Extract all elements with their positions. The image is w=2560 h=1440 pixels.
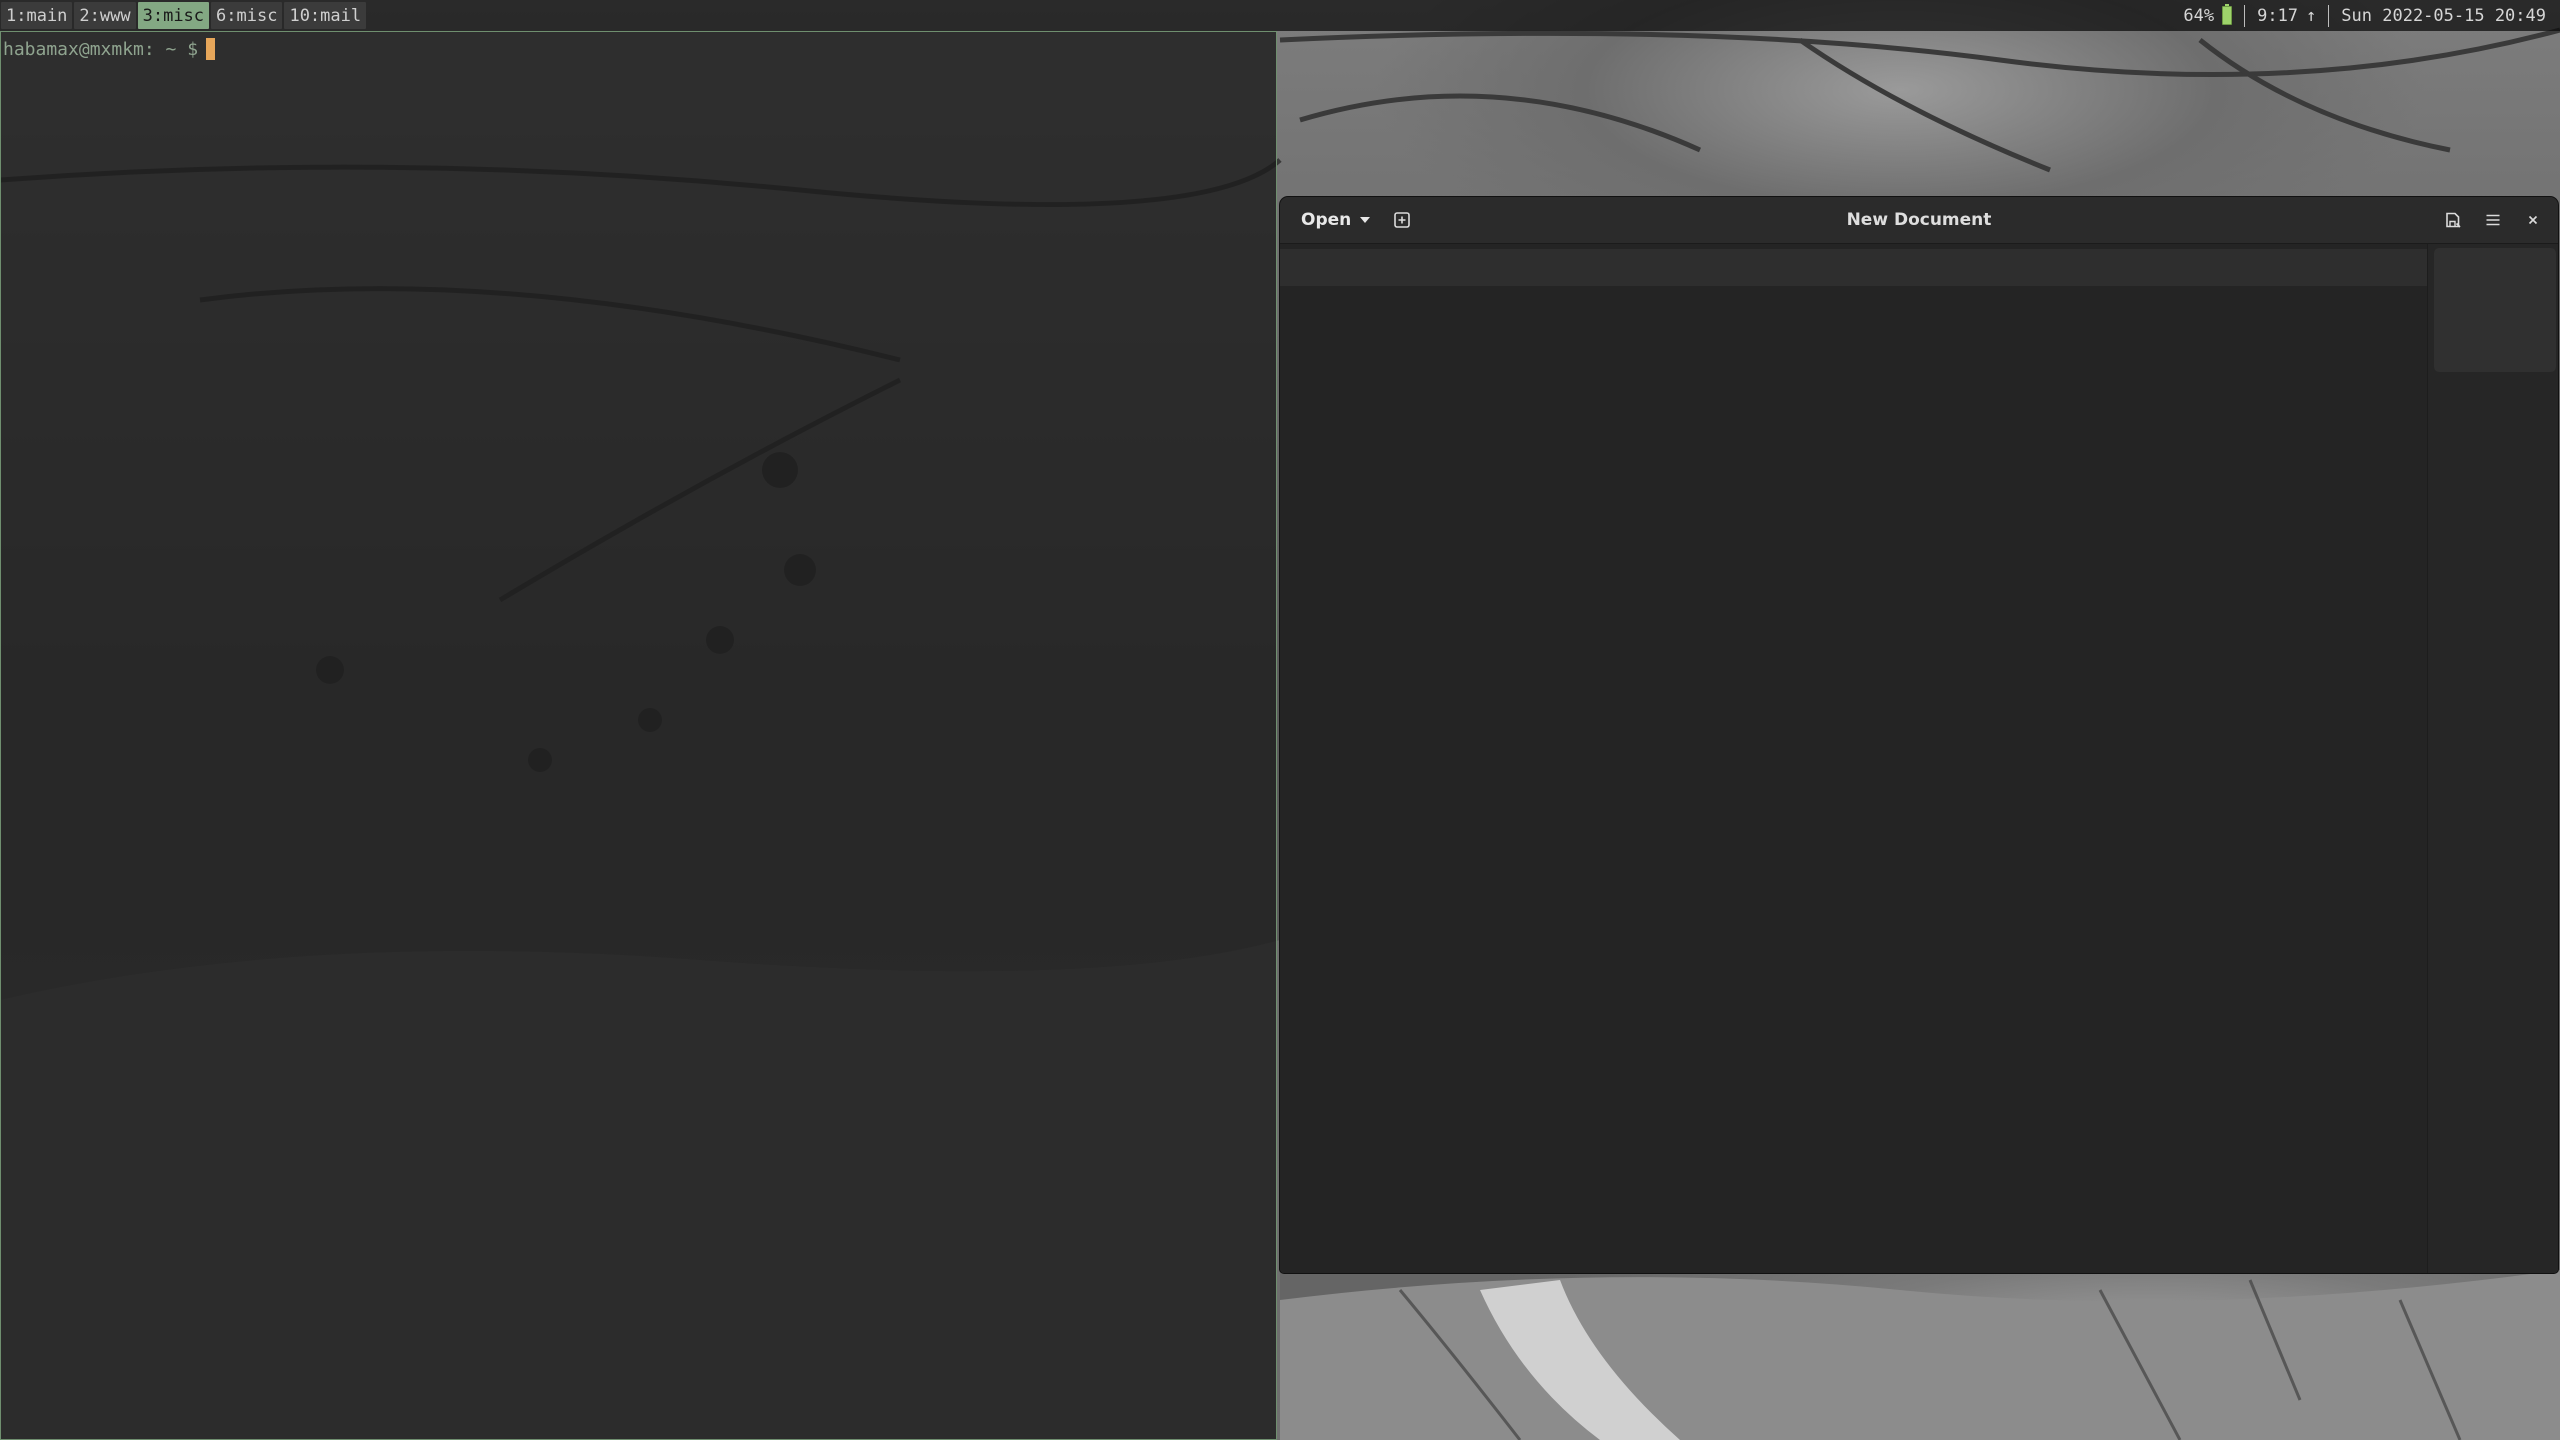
terminal-prompt-line: habamax@mxmkm: ~ $ bbox=[3, 38, 216, 60]
workspace-10-mail[interactable]: 10:mail bbox=[284, 2, 367, 29]
status-indicators: 64% 9:17 ↑ Sun 2022-05-15 20:49 bbox=[2171, 0, 2560, 31]
battery-time-indicator: 9:17 ↑ bbox=[2245, 0, 2328, 31]
workspace-3-misc[interactable]: 3:misc bbox=[137, 2, 210, 29]
workspace-2-www[interactable]: 2:www bbox=[74, 2, 136, 29]
current-line-highlight bbox=[1280, 249, 2427, 286]
document-title: New Document bbox=[1846, 210, 1992, 230]
close-button[interactable] bbox=[2516, 203, 2550, 237]
text-editor-window: Open New Document bbox=[1280, 197, 2558, 1273]
minimap-slider[interactable] bbox=[2434, 248, 2556, 372]
main-menu-button[interactable] bbox=[2476, 203, 2510, 237]
hamburger-menu-icon bbox=[2486, 214, 2500, 226]
open-button[interactable]: Open bbox=[1293, 205, 1378, 235]
shell-prompt: habamax@mxmkm: ~ $ bbox=[3, 38, 199, 60]
datetime: Sun 2022-05-15 20:49 bbox=[2341, 5, 2546, 26]
editor-header-bar: Open New Document bbox=[1280, 197, 2558, 244]
status-bar: 1:main 2:www 3:misc 6:misc 10:mail 64% 9… bbox=[0, 0, 2560, 31]
open-button-label: Open bbox=[1301, 210, 1352, 230]
header-actions bbox=[2436, 203, 2550, 237]
charging-arrow-icon: ↑ bbox=[2306, 5, 2317, 26]
terminal-window[interactable]: habamax@mxmkm: ~ $ bbox=[0, 31, 1277, 1440]
document-minimap[interactable] bbox=[2427, 244, 2558, 1273]
battery-percent: 64% bbox=[2183, 5, 2215, 26]
chevron-down-icon bbox=[1360, 217, 1371, 223]
new-tab-button[interactable] bbox=[1388, 206, 1416, 234]
save-button[interactable] bbox=[2436, 203, 2470, 237]
document-text-area[interactable] bbox=[1280, 244, 2427, 1273]
battery-time: 9:17 bbox=[2257, 5, 2299, 26]
new-tab-icon bbox=[1394, 212, 1411, 228]
clock: Sun 2022-05-15 20:49 bbox=[2329, 0, 2558, 31]
save-icon bbox=[2446, 212, 2461, 228]
text-cursor bbox=[206, 38, 216, 60]
workspace-1-main[interactable]: 1:main bbox=[1, 2, 73, 29]
battery-icon bbox=[2222, 4, 2233, 25]
battery-indicator: 64% bbox=[2171, 0, 2244, 31]
workspace-6-misc[interactable]: 6:misc bbox=[211, 2, 283, 29]
workspace-list: 1:main 2:www 3:misc 6:misc 10:mail bbox=[0, 0, 367, 31]
close-icon bbox=[2528, 215, 2538, 225]
